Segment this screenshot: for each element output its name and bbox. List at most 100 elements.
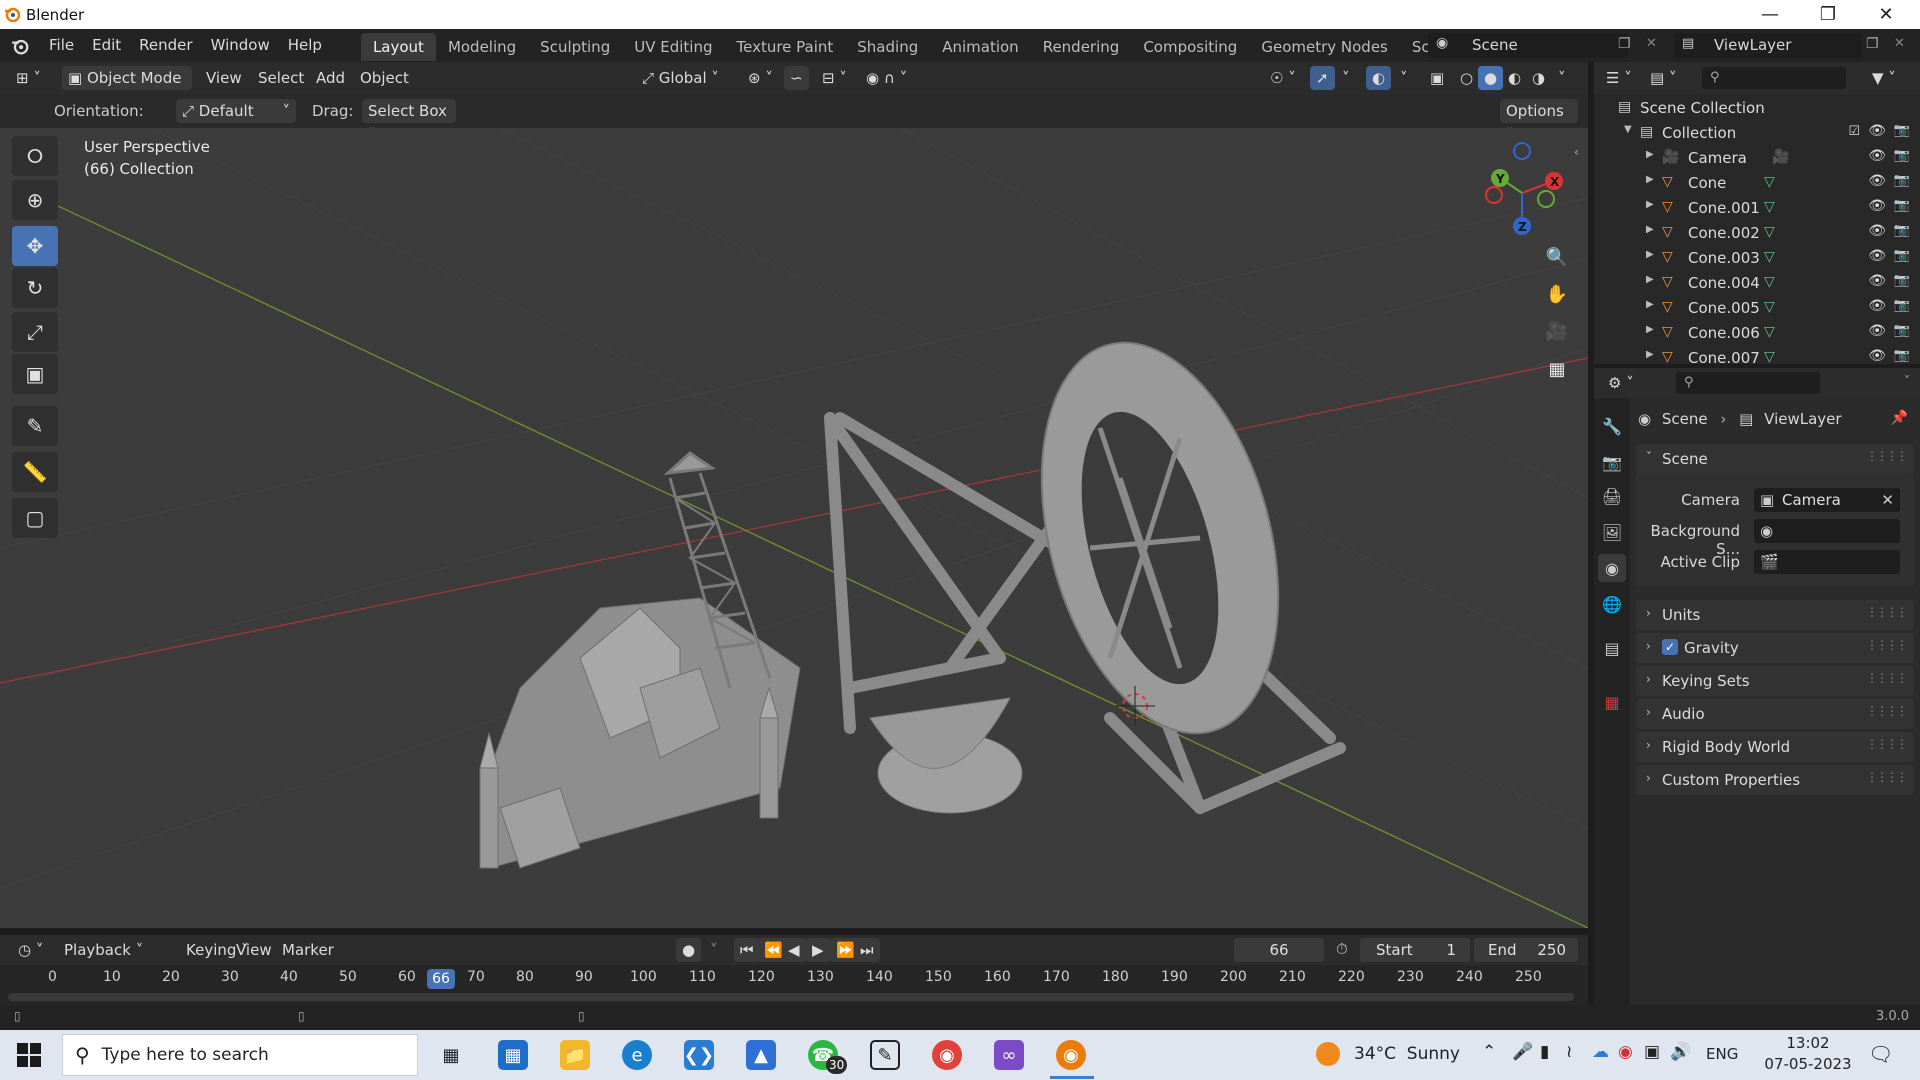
camera-view-icon[interactable]: 🎥 (1540, 314, 1574, 348)
background-scene-field[interactable]: ◉ (1754, 519, 1900, 543)
snap-icon[interactable]: ∽ (784, 66, 809, 90)
render-camera-icon[interactable]: 📷 (1894, 123, 1910, 138)
filter-icon[interactable]: ▼ ˅ (1866, 66, 1902, 90)
material-shading-icon[interactable]: ◐ (1502, 66, 1527, 90)
start-frame-field[interactable]: Start 1 (1360, 938, 1470, 962)
panel-rigid-body-world[interactable]: › Rigid Body World ⋮⋮⋮⋮ (1636, 732, 1914, 762)
menu-select[interactable]: Select (252, 66, 310, 90)
timeline-editor-icon[interactable]: ◷ ˅ (12, 938, 49, 962)
sidebar-toggle-icon[interactable]: ‹ (1574, 145, 1579, 159)
notification-icon[interactable]: 🗨 (1868, 1042, 1893, 1066)
render-tab-icon[interactable]: 📷 (1598, 448, 1626, 476)
eye-icon[interactable]: 👁 (1868, 248, 1886, 264)
eye-icon[interactable]: 👁 (1868, 298, 1886, 314)
windows-start-icon[interactable] (16, 1042, 42, 1068)
outliner-row-item[interactable]: ▶ ▽ Cone.006 ▽ 👁 📷 (1594, 321, 1920, 346)
transform-orientation-dropdown[interactable]: ⤢ Global ˅ (636, 66, 725, 90)
blender-taskbar-icon[interactable]: ◉ (1056, 1040, 1086, 1070)
transform-tool-icon[interactable]: ▣ (12, 354, 58, 394)
outliner-row-item[interactable]: ▶ ▽ Cone.001 ▽ 👁 📷 (1594, 196, 1920, 221)
output-tab-icon[interactable]: 🖨 (1598, 482, 1626, 510)
eye-icon[interactable]: 👁 (1868, 173, 1886, 189)
snap-target-icon[interactable]: ⊟ ˅ (816, 66, 853, 90)
drag-grip-icon[interactable]: ⋮⋮⋮⋮ (1866, 605, 1908, 619)
language-indicator[interactable]: ENG (1706, 1045, 1738, 1063)
eye-icon[interactable]: 👁 (1868, 348, 1886, 364)
expand-arrow-icon[interactable]: ▶ (1646, 149, 1654, 160)
menu-window[interactable]: Window (202, 29, 279, 62)
move-tool-icon[interactable]: ✥ (12, 226, 58, 266)
editor-type-icon[interactable]: ⊞ ˅ (10, 66, 47, 90)
expand-arrow-icon[interactable]: ▶ (1646, 299, 1654, 310)
drag-grip-icon[interactable]: ⋮⋮⋮⋮ (1866, 770, 1908, 784)
jump-start-icon[interactable]: ⏮ (734, 938, 760, 962)
expand-arrow-icon[interactable]: ▼ (1624, 124, 1632, 135)
world-tab-icon[interactable]: 🌐 (1598, 590, 1626, 618)
scene-tab-icon[interactable]: ◉ (1598, 554, 1626, 582)
menu-edit[interactable]: Edit (83, 29, 130, 62)
eye-icon[interactable]: 👁 (1868, 123, 1886, 139)
wireframe-shading-icon[interactable]: ○ (1454, 66, 1479, 90)
drag-grip-icon[interactable]: ⋮⋮⋮⋮ (1866, 671, 1908, 685)
battery-icon[interactable]: ▮ (1540, 1042, 1549, 1062)
panel-custom-properties[interactable]: › Custom Properties ⋮⋮⋮⋮ (1636, 765, 1914, 795)
end-frame-field[interactable]: End 250 (1474, 938, 1578, 962)
menu-file[interactable]: File (40, 29, 83, 62)
playback-dropdown[interactable]: Playback ˅ (58, 938, 149, 962)
drag-dropdown[interactable]: Select Box ˅ (362, 99, 456, 144)
microphone-icon[interactable]: 🎤 (1512, 1042, 1533, 1062)
tool-app-icon[interactable]: ✎ (870, 1040, 900, 1070)
outliner-row-item[interactable]: ▶ ▽ Cone.004 ▽ 👁 📷 (1594, 271, 1920, 296)
menu-render[interactable]: Render (130, 29, 201, 62)
expand-arrow-icon[interactable]: ▶ (1646, 224, 1654, 235)
mesh-data-icon[interactable]: ▽ (1764, 324, 1775, 340)
camera-field[interactable]: ▣ Camera ✕ (1754, 488, 1900, 512)
keying-dropdown-icon[interactable]: ˅ (704, 938, 724, 962)
expand-arrow-icon[interactable]: ▶ (1646, 274, 1654, 285)
zoom-view-icon[interactable]: 🔍 (1540, 240, 1574, 274)
mode-dropdown[interactable]: ▣ Object Mode ˅ (62, 66, 192, 111)
pin-icon[interactable]: 📌 (1891, 410, 1908, 426)
play-reverse-icon[interactable]: ◀ (782, 938, 806, 962)
auto-keying-icon[interactable]: ● (676, 938, 702, 962)
gizmo-dropdown-icon[interactable]: ˅ (1336, 66, 1356, 90)
render-camera-icon[interactable]: 📷 (1894, 248, 1910, 263)
timeline-view-menu[interactable]: View (230, 938, 278, 962)
clear-camera-icon[interactable]: ✕ (1881, 488, 1894, 512)
drag-grip-icon[interactable]: ⋮⋮⋮⋮ (1866, 638, 1908, 652)
edge-icon[interactable]: e (622, 1040, 652, 1070)
mesh-data-icon[interactable]: ▽ (1764, 349, 1775, 364)
delete-viewlayer-icon[interactable]: ✕ (1894, 36, 1905, 51)
clock-time[interactable]: 13:02 (1768, 1034, 1848, 1052)
expand-arrow-icon[interactable]: ▶ (1646, 324, 1654, 335)
delete-scene-icon[interactable]: ✕ (1646, 36, 1657, 51)
store-icon[interactable]: ▦ (498, 1040, 528, 1070)
tray-chevron-icon[interactable]: ⌃ (1482, 1042, 1496, 1062)
select-box-tool-icon[interactable]: ⭘ (12, 136, 58, 176)
tab-uv-editing[interactable]: UV Editing (622, 33, 724, 61)
drag-grip-icon[interactable]: ⋮⋮⋮⋮ (1866, 449, 1908, 463)
drag-grip-icon[interactable]: ⋮⋮⋮⋮ (1866, 704, 1908, 718)
measure-tool-icon[interactable]: 📏 (12, 452, 58, 492)
display-icon[interactable]: ▣ (1644, 1042, 1660, 1062)
antivirus-icon[interactable]: ◉ (1618, 1042, 1633, 1062)
volume-icon[interactable]: 🔊 (1670, 1042, 1691, 1062)
tab-texture-paint[interactable]: Texture Paint (724, 33, 845, 61)
wifi-icon[interactable]: ≀ (1566, 1042, 1572, 1062)
outliner-row-item[interactable]: ▶ ▽ Cone.005 ▽ 👁 📷 (1594, 296, 1920, 321)
orientation-dropdown[interactable]: ⤢ Default ˅ (176, 99, 296, 123)
outliner-search-input[interactable]: ⚲ (1702, 67, 1846, 89)
xray-icon[interactable]: ▣ (1424, 66, 1450, 90)
file-explorer-icon[interactable]: 📁 (560, 1040, 590, 1070)
minimize-icon[interactable]: — (1742, 0, 1798, 29)
tab-compositing[interactable]: Compositing (1131, 33, 1249, 61)
new-viewlayer-icon[interactable]: ❐ (1866, 36, 1879, 52)
visibility-icon[interactable]: ☉ ˅ (1264, 66, 1302, 90)
play-icon[interactable]: ▶ (806, 938, 830, 962)
close-icon[interactable]: ✕ (1858, 0, 1914, 29)
timeline-scrollbar[interactable] (8, 993, 1574, 1001)
render-camera-icon[interactable]: 📷 (1894, 198, 1910, 213)
vscode-icon[interactable]: ❮❯ (684, 1040, 714, 1070)
texture-tab-icon[interactable]: ▦ (1598, 688, 1626, 716)
overlay-toggle-icon[interactable]: ◐ (1366, 66, 1392, 90)
